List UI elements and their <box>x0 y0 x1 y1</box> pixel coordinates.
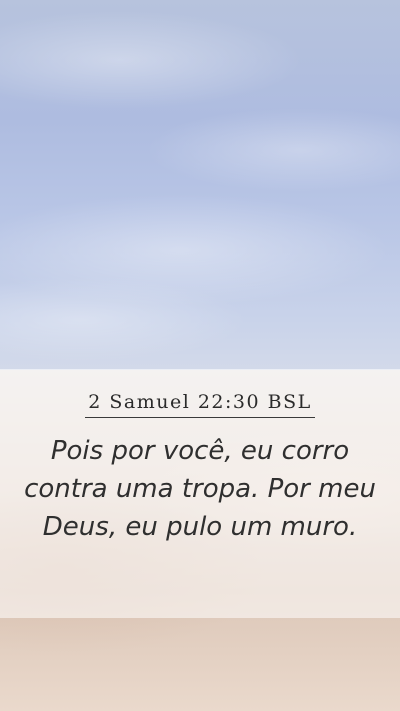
cloudy-sky-image <box>0 0 400 400</box>
verse-reference: 2 Samuel 22:30 BSL <box>85 391 315 418</box>
verse-text: Pois por você, eu corro contra uma tropa… <box>24 436 376 542</box>
